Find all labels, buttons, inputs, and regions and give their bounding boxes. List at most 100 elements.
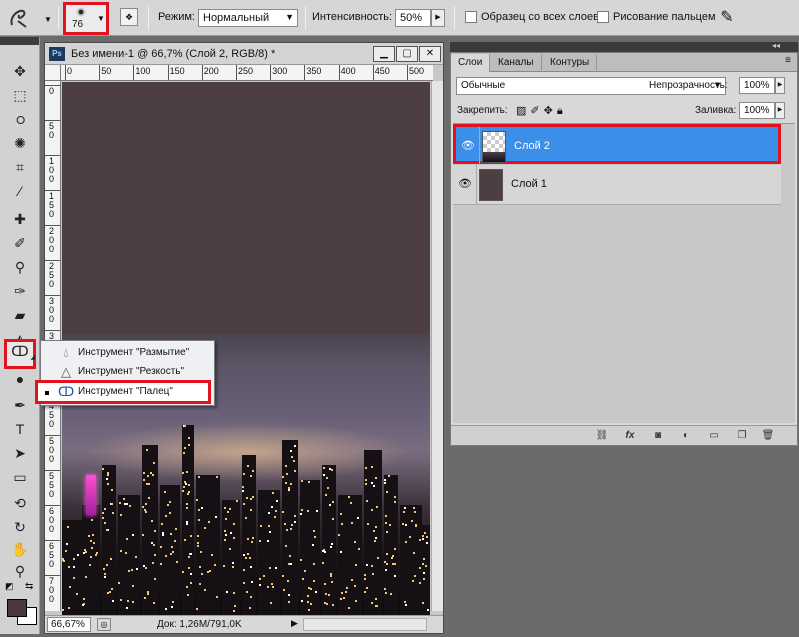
mode-select[interactable]: Нормальный ▼ xyxy=(198,9,298,27)
collapse-panels-icon[interactable]: ◂◂ xyxy=(772,41,780,50)
lock-all-icon[interactable]: 🔒︎ xyxy=(557,105,567,117)
building-silhouette xyxy=(364,450,382,615)
tab-channels[interactable]: Каналы xyxy=(491,54,542,72)
strength-slider-button[interactable]: ▶ xyxy=(431,9,445,27)
strength-input[interactable]: 50% xyxy=(395,9,431,27)
lit-window xyxy=(170,533,172,535)
toolbox-grip[interactable] xyxy=(0,37,39,45)
eraser-tool-icon[interactable]: ▰ xyxy=(8,303,32,327)
lit-window xyxy=(106,564,108,566)
lit-window xyxy=(233,592,235,594)
lit-window xyxy=(323,467,325,469)
tab-paths[interactable]: Контуры xyxy=(543,54,598,72)
lock-transparency-icon[interactable]: ▨ xyxy=(516,105,530,117)
lasso-tool-icon[interactable]: ഠ xyxy=(8,107,32,131)
lock-options: ▨✐✥🔒︎ xyxy=(516,104,567,118)
clone-stamp-tool-icon[interactable]: ⚲ xyxy=(8,255,32,279)
new-layer-icon[interactable]: ❐ xyxy=(733,428,751,444)
layer-mask-icon[interactable]: ◙ xyxy=(649,428,667,444)
building-silhouette xyxy=(102,465,116,615)
shape-tool-icon[interactable]: ▭ xyxy=(8,465,32,489)
adjustment-layer-icon[interactable]: ◐ xyxy=(677,428,695,444)
hand-tool-icon[interactable]: ✋ xyxy=(8,537,32,561)
pen-tool-icon[interactable]: ✒ xyxy=(8,393,32,417)
tool-preset-picker[interactable]: ▼ xyxy=(4,5,54,31)
lit-window xyxy=(312,544,314,546)
lit-window xyxy=(355,564,357,566)
vertical-scrollbar[interactable] xyxy=(431,81,443,611)
lit-window xyxy=(371,482,373,484)
building-silhouette xyxy=(62,520,82,615)
lit-window xyxy=(415,524,417,526)
panel-dock-header[interactable]: ◂◂ xyxy=(450,41,798,52)
ruler-tick xyxy=(133,65,135,80)
opacity-slider-button[interactable]: ▶ xyxy=(775,77,785,94)
new-group-icon[interactable]: ▭ xyxy=(705,428,723,444)
smudge-finger-icon: ↀ xyxy=(58,384,75,399)
brush-preset-picker[interactable]: 76 ▼ xyxy=(63,2,109,35)
default-colors-icon[interactable]: ◩ xyxy=(5,581,14,592)
lit-window xyxy=(331,469,333,471)
lit-window xyxy=(268,525,270,527)
brush-tool-icon[interactable]: ✐ xyxy=(8,231,32,255)
lit-window xyxy=(364,591,366,593)
path-selection-tool-icon[interactable]: ➤ xyxy=(8,441,32,465)
lock-pixels-icon[interactable]: ✐ xyxy=(530,105,543,117)
foreground-color-swatch[interactable] xyxy=(7,599,27,617)
status-export-icon[interactable]: ◎ xyxy=(97,618,111,631)
smudge-tool-icon[interactable]: ↀ ◢ xyxy=(4,339,36,369)
ruler-origin[interactable] xyxy=(45,65,61,81)
type-tool-icon[interactable]: T xyxy=(8,417,32,441)
tablet-pressure-icon[interactable]: ✎ xyxy=(716,7,738,29)
finger-painting-checkbox[interactable] xyxy=(597,11,609,23)
swap-colors-icon[interactable]: ⇆ xyxy=(25,581,33,592)
3d-orbit-tool-icon[interactable]: ↻ xyxy=(8,515,32,539)
visibility-toggle[interactable]: 👁︎ xyxy=(456,127,480,167)
flyout-item-blur[interactable]: 💧︎ Инструмент "Размытие" xyxy=(41,344,214,363)
tab-layers[interactable]: Слои xyxy=(451,54,491,72)
horizontal-ruler[interactable]: 0 50 100 150 200 250 300 350 400 450 500 xyxy=(61,65,433,81)
lit-window xyxy=(164,491,166,493)
layer-row[interactable]: 👁︎ Слой 2 xyxy=(453,124,781,167)
opacity-input[interactable]: 100% xyxy=(739,77,775,94)
link-layers-icon[interactable]: ⛓ xyxy=(593,428,611,444)
visibility-toggle[interactable]: 👁︎ xyxy=(453,165,477,205)
fill-slider-button[interactable]: ▶ xyxy=(775,102,785,119)
move-tool-icon[interactable]: ✥ xyxy=(8,59,32,83)
lit-window xyxy=(392,563,394,565)
blend-mode-value: Обычные xyxy=(461,80,506,91)
ruler-tick-label: 450 xyxy=(374,66,390,76)
history-brush-tool-icon[interactable]: ✑ xyxy=(8,279,32,303)
lock-position-icon[interactable]: ✥ xyxy=(544,105,557,117)
layer-style-icon[interactable]: fx xyxy=(621,428,639,444)
crop-tool-icon[interactable]: ⌗ xyxy=(8,155,32,179)
flyout-item-smudge[interactable]: ↀ Инструмент "Палец" xyxy=(35,380,211,404)
quick-selection-tool-icon[interactable]: ✺ xyxy=(8,131,32,155)
3d-rotate-tool-icon[interactable]: ⟲ xyxy=(8,491,32,515)
lit-window xyxy=(355,600,357,602)
maximize-button[interactable]: ▢ xyxy=(396,46,418,62)
lit-window xyxy=(288,489,290,491)
zoom-field[interactable]: 66,67% xyxy=(47,617,91,632)
ruler-tick-label: 5 0 xyxy=(49,121,55,140)
horizontal-scrollbar[interactable] xyxy=(303,618,427,631)
healing-brush-tool-icon[interactable]: ✚ xyxy=(8,207,32,231)
panel-menu-icon[interactable]: ≡ xyxy=(785,55,791,66)
lit-window xyxy=(252,470,254,472)
marquee-tool-icon[interactable]: ⬚ xyxy=(8,83,32,107)
close-button[interactable]: ✕ xyxy=(419,46,441,62)
sample-all-layers-checkbox[interactable] xyxy=(465,11,477,23)
lit-window xyxy=(288,487,290,489)
status-menu-arrow-icon[interactable]: ▶ xyxy=(291,618,298,629)
eyedropper-tool-icon[interactable]: ⁄ xyxy=(8,179,32,203)
minimize-button[interactable]: ▁ xyxy=(373,46,395,62)
lit-window xyxy=(424,532,426,534)
dodge-tool-icon[interactable]: ● xyxy=(8,367,32,391)
layers-panel-footer: ⛓ fx ◙ ◐ ▭ ❐ 🗑︎ xyxy=(451,425,797,445)
delete-layer-icon[interactable]: 🗑︎ xyxy=(759,428,777,444)
lit-window xyxy=(308,587,310,589)
document-title-bar[interactable]: Ps Без имени-1 @ 66,7% (Слой 2, RGB/8) *… xyxy=(45,43,443,65)
brush-panel-icon[interactable]: ❖ xyxy=(120,8,138,26)
fill-input[interactable]: 100% xyxy=(739,102,775,119)
layer-row[interactable]: 👁︎ Слой 1 xyxy=(453,165,781,205)
